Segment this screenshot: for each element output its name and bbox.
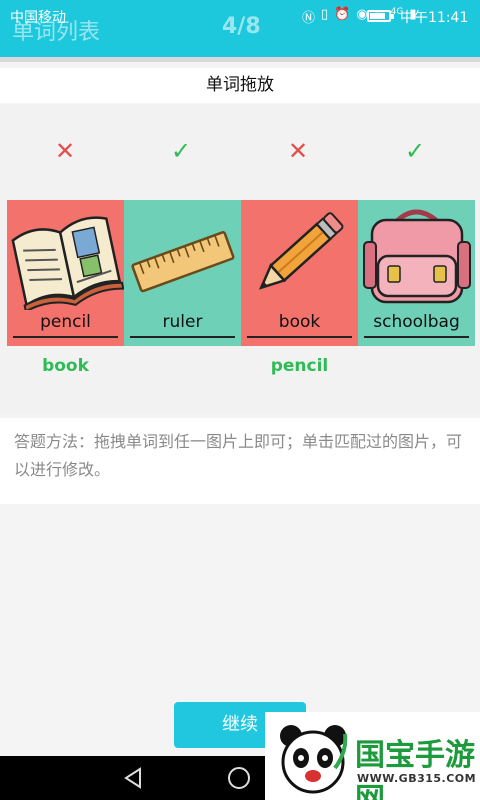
wrong-mark-icon: ✕ (54, 137, 76, 165)
back-icon[interactable] (122, 766, 144, 790)
header-divider (0, 57, 480, 62)
battery-level (370, 13, 385, 19)
drop-underline (247, 336, 352, 338)
drop-underline (364, 336, 469, 338)
schoolbag-icon (363, 209, 471, 304)
app-header: 单词列表 4/8 中国移动 Ⓝ ▯ ⏰ ◉ ≋ 4G ▮ 中午11:41 (0, 0, 480, 57)
check-mark-icon: ✓ (170, 137, 192, 165)
check-mark-icon: ✓ (404, 137, 426, 165)
card-word-label: pencil (40, 312, 91, 332)
section-title: 单词拖放 (0, 68, 480, 103)
instructions-text: 答题方法：拖拽单词到任一图片上即可；单击匹配过的图片，可以进行修改。 (0, 418, 480, 504)
drop-underline (130, 336, 235, 338)
drop-underline (13, 336, 118, 338)
vibrate-icon: ▯ (321, 7, 329, 22)
wrong-mark-icon: ✕ (287, 137, 309, 165)
image-card-pencil[interactable]: book (241, 200, 358, 346)
image-card-book[interactable]: pencil (7, 200, 124, 346)
placed-word-label[interactable]: pencil (241, 356, 358, 376)
site-watermark: 国宝手游网 WWW.GB315.COM (265, 712, 480, 800)
book-icon (11, 216, 124, 310)
alarm-icon: ⏰ (334, 7, 351, 22)
status-bar: 中国移动 Ⓝ ▯ ⏰ ◉ ≋ 4G ▮ 中午11:41 (0, 0, 480, 32)
battery-icon (367, 10, 394, 22)
watermark-text: 国宝手游网 (355, 738, 475, 800)
card-word-label: schoolbag (373, 312, 460, 332)
placed-word-label[interactable]: book (7, 356, 124, 376)
pencil-icon (258, 212, 344, 290)
home-icon[interactable] (228, 767, 250, 789)
drag-drop-board: ✕ ✓ ✕ ✓ pencil ruler book schoolbag book… (0, 104, 480, 414)
nfc-icon: Ⓝ (302, 11, 316, 26)
panda-logo-icon (280, 725, 348, 794)
image-card-schoolbag[interactable]: schoolbag (358, 200, 475, 346)
image-card-ruler[interactable]: ruler (124, 200, 241, 346)
clock: 中午11:41 (400, 10, 469, 26)
eye-icon: ◉ (356, 7, 368, 22)
watermark-url: WWW.GB315.COM (357, 772, 477, 785)
carrier-label: 中国移动 (10, 10, 66, 26)
card-word-label: book (278, 312, 321, 332)
ruler-icon (131, 231, 235, 293)
card-word-label: ruler (162, 312, 203, 332)
